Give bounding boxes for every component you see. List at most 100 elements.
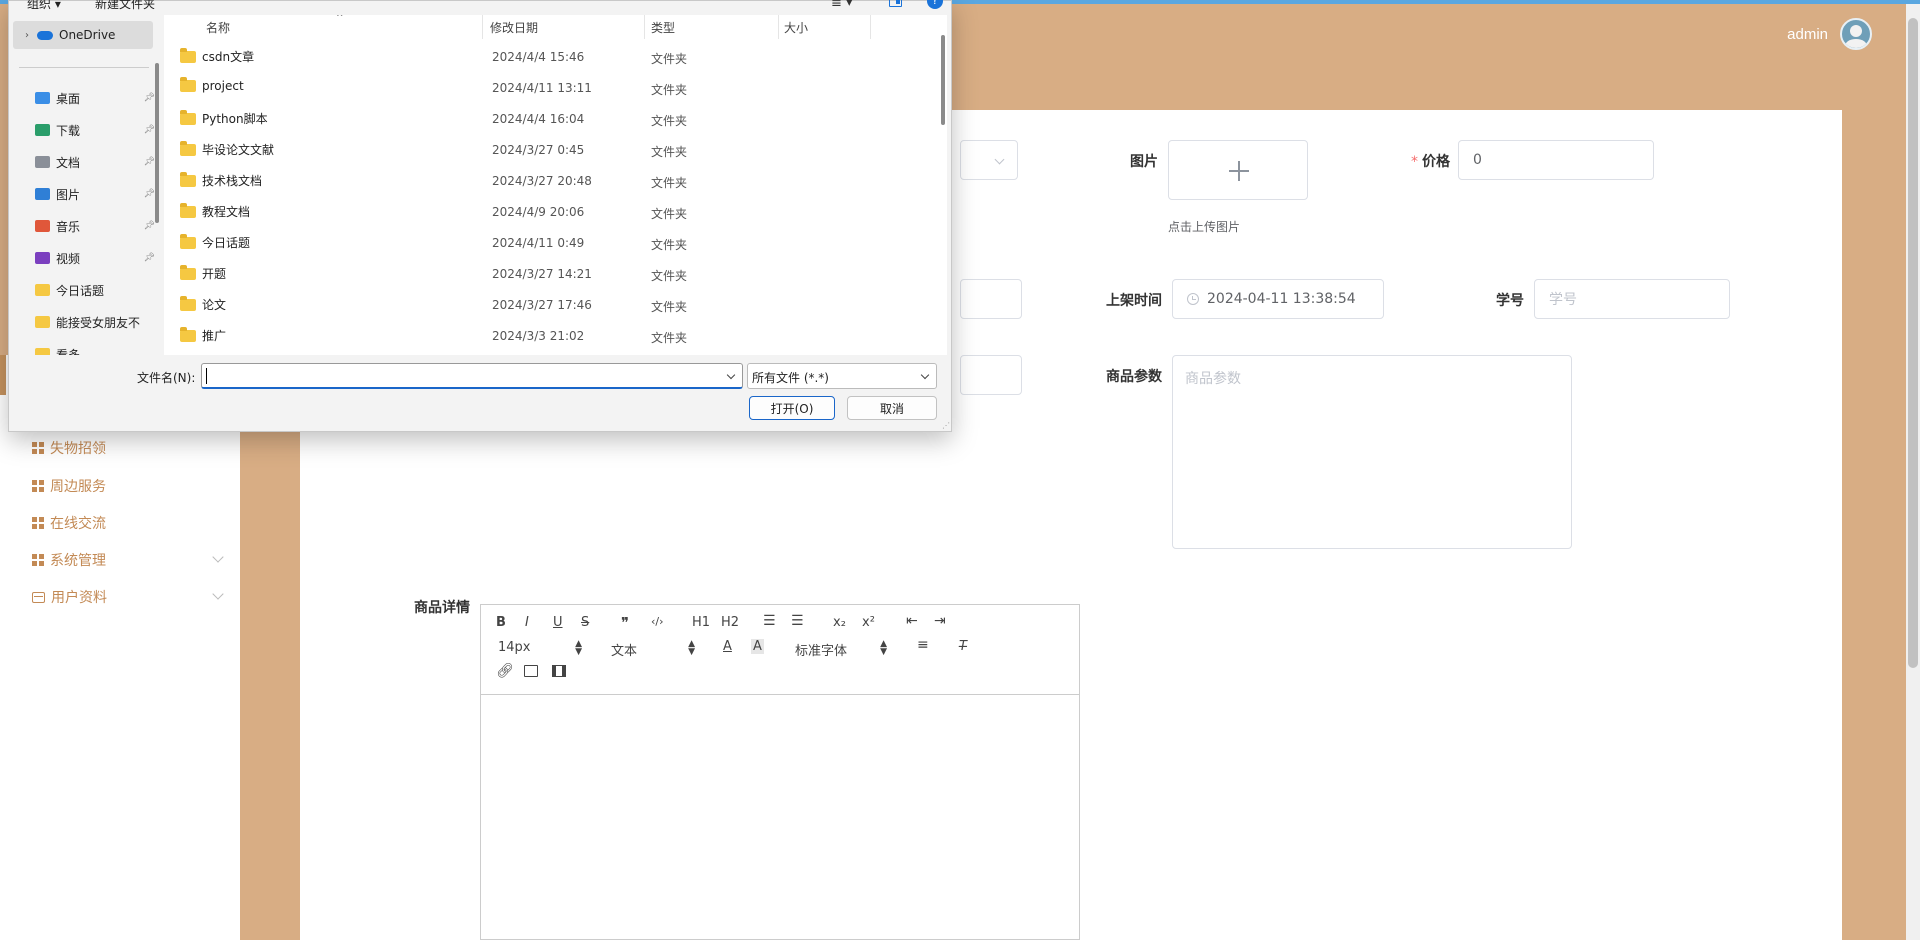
view-options-icon[interactable]: ≣ ▾ bbox=[831, 0, 853, 10]
folder-icon bbox=[35, 92, 50, 104]
align-icon[interactable]: ≡ bbox=[917, 637, 929, 653]
nav-item-4[interactable]: 音乐 📌︎ bbox=[35, 215, 155, 237]
page-scrollbar-thumb[interactable] bbox=[1908, 18, 1918, 668]
filetype-select[interactable]: 所有文件 (*.*) bbox=[747, 363, 937, 389]
nav-item-2[interactable]: 文档 📌︎ bbox=[35, 151, 155, 173]
partial-input-1[interactable] bbox=[960, 279, 1022, 319]
column-name[interactable]: 名称 bbox=[206, 19, 230, 36]
user-menu[interactable]: admin bbox=[1787, 18, 1872, 50]
page-scrollbar[interactable] bbox=[1906, 4, 1920, 940]
file-row[interactable]: 技术栈文档 2024/3/27 20:48 文件夹 bbox=[164, 165, 947, 195]
nav-item-8[interactable]: 看多 bbox=[35, 343, 155, 355]
chevron-right-icon[interactable]: › bbox=[25, 30, 29, 41]
superscript-button[interactable]: x² bbox=[862, 615, 875, 630]
organize-menu[interactable]: 组织 ▾ bbox=[27, 0, 61, 12]
nav-scrollbar[interactable] bbox=[155, 63, 159, 223]
nav-item-3[interactable]: 图片 📌︎ bbox=[35, 183, 155, 205]
avatar[interactable] bbox=[1840, 18, 1872, 50]
file-row[interactable]: project 2024/4/11 13:11 文件夹 bbox=[164, 72, 947, 102]
sidebar-item-0[interactable]: 失物招领 bbox=[32, 436, 222, 460]
resize-grip-icon[interactable]: ⋰ bbox=[942, 421, 950, 430]
nav-item-label: 文档 bbox=[56, 155, 81, 170]
image-icon[interactable] bbox=[524, 665, 538, 677]
new-folder-button[interactable]: 新建文件夹 bbox=[95, 0, 155, 12]
h2-button[interactable]: H2 bbox=[721, 615, 739, 630]
grid-icon bbox=[32, 442, 44, 454]
indent-icon[interactable]: ⇥ bbox=[934, 613, 946, 629]
file-list-scrollbar[interactable] bbox=[941, 35, 945, 125]
bullet-list-icon[interactable]: ☰ bbox=[791, 613, 804, 629]
folder-icon bbox=[180, 295, 196, 311]
params-textarea[interactable]: 商品参数 bbox=[1172, 355, 1572, 549]
cancel-button[interactable]: 取消 bbox=[847, 396, 937, 420]
folder-icon bbox=[35, 188, 50, 200]
file-row[interactable]: 开题 2024/3/27 14:21 文件夹 bbox=[164, 258, 947, 288]
nav-item-onedrive[interactable]: › OneDrive bbox=[13, 21, 153, 49]
filename-input[interactable] bbox=[201, 363, 743, 389]
text-type-select[interactable]: 文本 ▲ ▼ bbox=[611, 640, 695, 660]
chevron-down-icon bbox=[994, 154, 1005, 165]
file-row[interactable]: csdn文章 2024/4/4 15:46 文件夹 bbox=[164, 41, 947, 71]
open-button[interactable]: 打开(O) bbox=[749, 396, 835, 420]
partial-input-2[interactable] bbox=[960, 355, 1022, 395]
sidebar-item-4[interactable]: 用户资料 bbox=[32, 585, 224, 609]
updown-icon: ▲ ▼ bbox=[880, 639, 887, 657]
file-row[interactable]: 教程文档 2024/4/9 20:06 文件夹 bbox=[164, 196, 947, 226]
subscript-button[interactable]: x₂ bbox=[833, 615, 846, 630]
file-type: 文件夹 bbox=[651, 114, 688, 128]
file-row[interactable]: 毕设论文文献 2024/3/27 0:45 文件夹 bbox=[164, 134, 947, 164]
column-type[interactable]: 类型 bbox=[651, 19, 675, 36]
file-type: 文件夹 bbox=[651, 300, 688, 314]
video-icon[interactable] bbox=[552, 665, 566, 677]
file-list: ^ 名称 修改日期 类型 大小 csdn文章 2024/4/4 15:46 文件夹 p… bbox=[164, 15, 947, 355]
nav-item-7[interactable]: 能接受女朋友不 bbox=[35, 311, 155, 333]
code-icon[interactable]: ‹/› bbox=[651, 615, 664, 628]
nav-item-1[interactable]: 下载 📌︎ bbox=[35, 119, 155, 141]
preview-pane-icon[interactable] bbox=[889, 0, 902, 7]
sidebar-item-1[interactable]: 周边服务 bbox=[32, 474, 222, 498]
strike-button[interactable]: S bbox=[581, 615, 589, 630]
image-uploader[interactable] bbox=[1168, 140, 1308, 200]
sidebar-item-3[interactable]: 系统管理 bbox=[32, 548, 224, 572]
file-row[interactable]: 今日话题 2024/4/11 0:49 文件夹 bbox=[164, 227, 947, 257]
font-color-icon[interactable]: A bbox=[723, 639, 732, 654]
student-id-input[interactable]: 学号 bbox=[1534, 279, 1730, 319]
folder-icon bbox=[180, 140, 196, 156]
content-gutter bbox=[240, 355, 300, 940]
italic-button[interactable]: I bbox=[525, 615, 529, 630]
file-row[interactable]: 论文 2024/3/27 17:46 文件夹 bbox=[164, 289, 947, 319]
listing-time-picker[interactable]: 2024-04-11 13:38:54 bbox=[1172, 279, 1384, 319]
chevron-down-icon bbox=[212, 551, 224, 563]
font-family-select[interactable]: 标准字体 ▲ ▼ bbox=[795, 639, 887, 660]
bold-button[interactable]: B bbox=[496, 615, 506, 630]
nav-item-5[interactable]: 视频 📌︎ bbox=[35, 247, 155, 269]
chevron-down-icon[interactable] bbox=[726, 370, 736, 380]
params-label: 商品参数 bbox=[1106, 369, 1162, 385]
sort-up-icon: ^ bbox=[336, 15, 344, 23]
nav-item-0[interactable]: 桌面 📌︎ bbox=[35, 87, 155, 109]
quote-icon[interactable]: ❞ bbox=[621, 614, 629, 632]
link-icon[interactable]: 🔗︎ bbox=[496, 663, 514, 679]
rich-text-editor[interactable]: B I U S ❞ ‹/› H1 H2 ☰ ☰ x₂ x² ⇤ ⇥ 14px ▲ ▼… bbox=[480, 604, 1080, 940]
ordered-list-icon[interactable]: ☰ bbox=[763, 613, 776, 629]
background-color-icon[interactable]: A bbox=[751, 639, 764, 654]
file-row[interactable]: 推广 2024/3/3 21:02 文件夹 bbox=[164, 320, 947, 350]
clear-format-icon[interactable]: T̶ bbox=[959, 639, 967, 654]
file-row[interactable]: Python脚本 2024/4/4 16:04 文件夹 bbox=[164, 103, 947, 133]
nav-item-6[interactable]: 今日话题 bbox=[35, 279, 155, 301]
price-input[interactable]: 0 bbox=[1458, 140, 1654, 180]
category-select[interactable] bbox=[960, 140, 1018, 180]
nav-item-label: 桌面 bbox=[56, 91, 81, 106]
card-icon bbox=[32, 591, 45, 603]
chevron-down-icon bbox=[920, 370, 930, 380]
outdent-icon[interactable]: ⇤ bbox=[906, 613, 918, 629]
nav-item-label: 图片 bbox=[56, 187, 81, 202]
font-size-select[interactable]: 14px ▲ ▼ bbox=[498, 640, 582, 657]
underline-button[interactable]: U bbox=[553, 615, 563, 630]
h1-button[interactable]: H1 bbox=[692, 615, 710, 630]
column-date[interactable]: 修改日期 bbox=[490, 19, 538, 36]
help-icon[interactable]: ? bbox=[927, 0, 943, 9]
sidebar-item-2[interactable]: 在线交流 bbox=[32, 511, 222, 535]
column-size[interactable]: 大小 bbox=[784, 19, 808, 36]
folder-icon bbox=[35, 316, 50, 328]
